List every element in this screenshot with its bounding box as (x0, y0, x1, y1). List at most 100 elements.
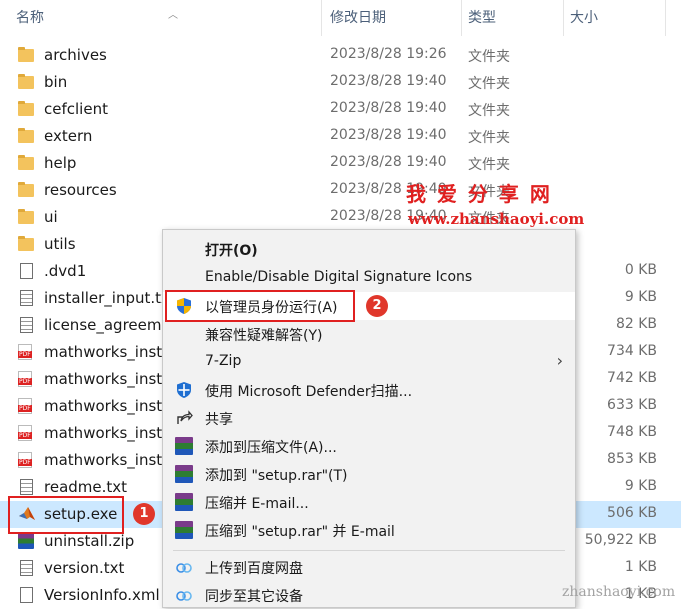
sort-ascending-icon: ︿ (168, 10, 178, 21)
winrar-icon (175, 493, 193, 511)
folder-icon (18, 128, 34, 143)
menu-item-add-rar[interactable]: 添加到 "setup.rar"(T) (163, 460, 575, 488)
column-name-label: 名称 (16, 10, 44, 26)
file-row[interactable]: cefclient 2023/8/28 19:40 文件夹 (0, 96, 681, 123)
menu-item-compress-rar-email[interactable]: 压缩到 "setup.rar" 并 E-mail (163, 516, 575, 544)
file-icon (20, 587, 33, 603)
pdf-icon: PDF (18, 452, 32, 468)
column-size-label: 大小 (570, 10, 598, 26)
column-header: ︿ 名称 修改日期 类型 大小 (0, 0, 681, 36)
file-size: 9 KB (624, 478, 657, 494)
pdf-icon: PDF (18, 425, 32, 441)
menu-item-share[interactable]: 共享 (163, 404, 575, 432)
menu-item-sync-other[interactable]: 同步至其它设备 (163, 581, 575, 609)
watermark-title: 我 爱 分 享 网 (406, 182, 552, 206)
menu-item-compat[interactable]: 兼容性疑难解答(Y) (163, 320, 575, 348)
file-size: 82 KB (615, 316, 657, 332)
file-name: utils (44, 235, 76, 253)
file-name: mathworks_insta (44, 343, 172, 361)
pdf-icon: PDF (18, 398, 32, 414)
file-row[interactable]: bin 2023/8/28 19:40 文件夹 (0, 69, 681, 96)
text-file-icon (20, 560, 33, 576)
file-name: uninstall.zip (44, 532, 135, 550)
menu-item-open[interactable]: 打开(O) (163, 235, 575, 263)
chevron-right-icon: › (556, 351, 563, 370)
menu-item-7zip-label: 7-Zip (205, 353, 242, 369)
folder-icon (18, 236, 34, 251)
folder-icon (18, 101, 34, 116)
menu-item-signature[interactable]: Enable/Disable Digital Signature Icons (163, 264, 575, 292)
file-row[interactable]: extern 2023/8/28 19:40 文件夹 (0, 123, 681, 150)
menu-item-compress-email[interactable]: 压缩并 E-mail... (163, 488, 575, 516)
column-type-label: 类型 (468, 10, 496, 26)
file-name: VersionInfo.xml (44, 586, 160, 604)
file-name: mathworks_insta (44, 451, 172, 469)
file-size: 1 KB (624, 559, 657, 575)
text-file-icon (20, 317, 33, 333)
file-date: 2023/8/28 19:40 (330, 154, 447, 170)
winrar-icon (175, 437, 193, 455)
baidu-cloud-icon (175, 586, 193, 604)
winrar-icon (175, 521, 193, 539)
file-size: 853 KB (607, 451, 657, 467)
file-row[interactable]: resources 2023/8/28 19:40 文件夹 (0, 177, 681, 204)
file-size: 50,922 KB (584, 532, 657, 548)
zip-icon (18, 533, 34, 549)
folder-icon (18, 209, 34, 224)
menu-item-add-archive[interactable]: 添加到压缩文件(A)... (163, 432, 575, 460)
folder-icon (18, 47, 34, 62)
file-name: readme.txt (44, 478, 128, 496)
menu-item-compress-rar-email-label: 压缩到 "setup.rar" 并 E-mail (205, 524, 395, 540)
file-row[interactable]: archives 2023/8/28 19:26 文件夹 (0, 42, 681, 69)
column-date-header[interactable]: 修改日期 (324, 0, 462, 36)
menu-item-share-label: 共享 (205, 412, 233, 428)
menu-item-defender[interactable]: 使用 Microsoft Defender扫描... (163, 376, 575, 404)
file-type: 文件夹 (468, 49, 510, 65)
file-name: mathworks_insta (44, 370, 172, 388)
pdf-icon: PDF (18, 371, 32, 387)
file-size: 633 KB (607, 397, 657, 413)
file-name: installer_input.txt (44, 289, 176, 307)
file-size: 0 KB (624, 262, 657, 278)
folder-icon (18, 155, 34, 170)
menu-item-add-rar-label: 添加到 "setup.rar"(T) (205, 468, 348, 484)
file-icon (20, 263, 33, 279)
column-name-header[interactable]: ︿ 名称 (10, 0, 322, 36)
file-name: extern (44, 127, 93, 145)
menu-item-open-label: 打开(O) (205, 243, 258, 259)
file-name: bin (44, 73, 68, 91)
file-size: 748 KB (607, 424, 657, 440)
watermark-url: www.zhanshaoyi.com (408, 210, 585, 228)
file-name: resources (44, 181, 117, 199)
run-as-admin-highlight-box (165, 290, 355, 322)
column-size-header[interactable]: 大小 (564, 0, 666, 36)
file-name: archives (44, 46, 107, 64)
menu-item-defender-label: 使用 Microsoft Defender扫描... (205, 384, 413, 400)
file-size: 742 KB (607, 370, 657, 386)
file-name: .dvd1 (44, 262, 87, 280)
folder-icon (18, 74, 34, 89)
file-date: 2023/8/28 19:26 (330, 46, 447, 62)
winrar-icon (175, 465, 193, 483)
menu-item-compat-label: 兼容性疑难解答(Y) (205, 328, 323, 344)
menu-item-sync-other-label: 同步至其它设备 (205, 589, 303, 605)
menu-item-compress-email-label: 压缩并 E-mail... (205, 496, 309, 512)
step-badge-1: 1 (133, 503, 155, 525)
file-name: ui (44, 208, 58, 226)
file-size: 506 KB (607, 505, 657, 521)
menu-separator (173, 550, 565, 551)
file-size: 734 KB (607, 343, 657, 359)
share-icon (175, 409, 193, 427)
column-date-label: 修改日期 (330, 10, 386, 26)
file-row[interactable]: help 2023/8/28 19:40 文件夹 (0, 150, 681, 177)
menu-item-upload-baidu[interactable]: 上传到百度网盘 (163, 553, 575, 581)
text-file-icon (20, 290, 33, 306)
file-date: 2023/8/28 19:40 (330, 100, 447, 116)
file-type: 文件夹 (468, 130, 510, 146)
menu-item-7zip[interactable]: 7-Zip › (163, 348, 575, 376)
defender-shield-icon (175, 381, 193, 399)
file-date: 2023/8/28 19:40 (330, 73, 447, 89)
column-type-header[interactable]: 类型 (462, 0, 564, 36)
file-size: 9 KB (624, 289, 657, 305)
file-name: version.txt (44, 559, 125, 577)
